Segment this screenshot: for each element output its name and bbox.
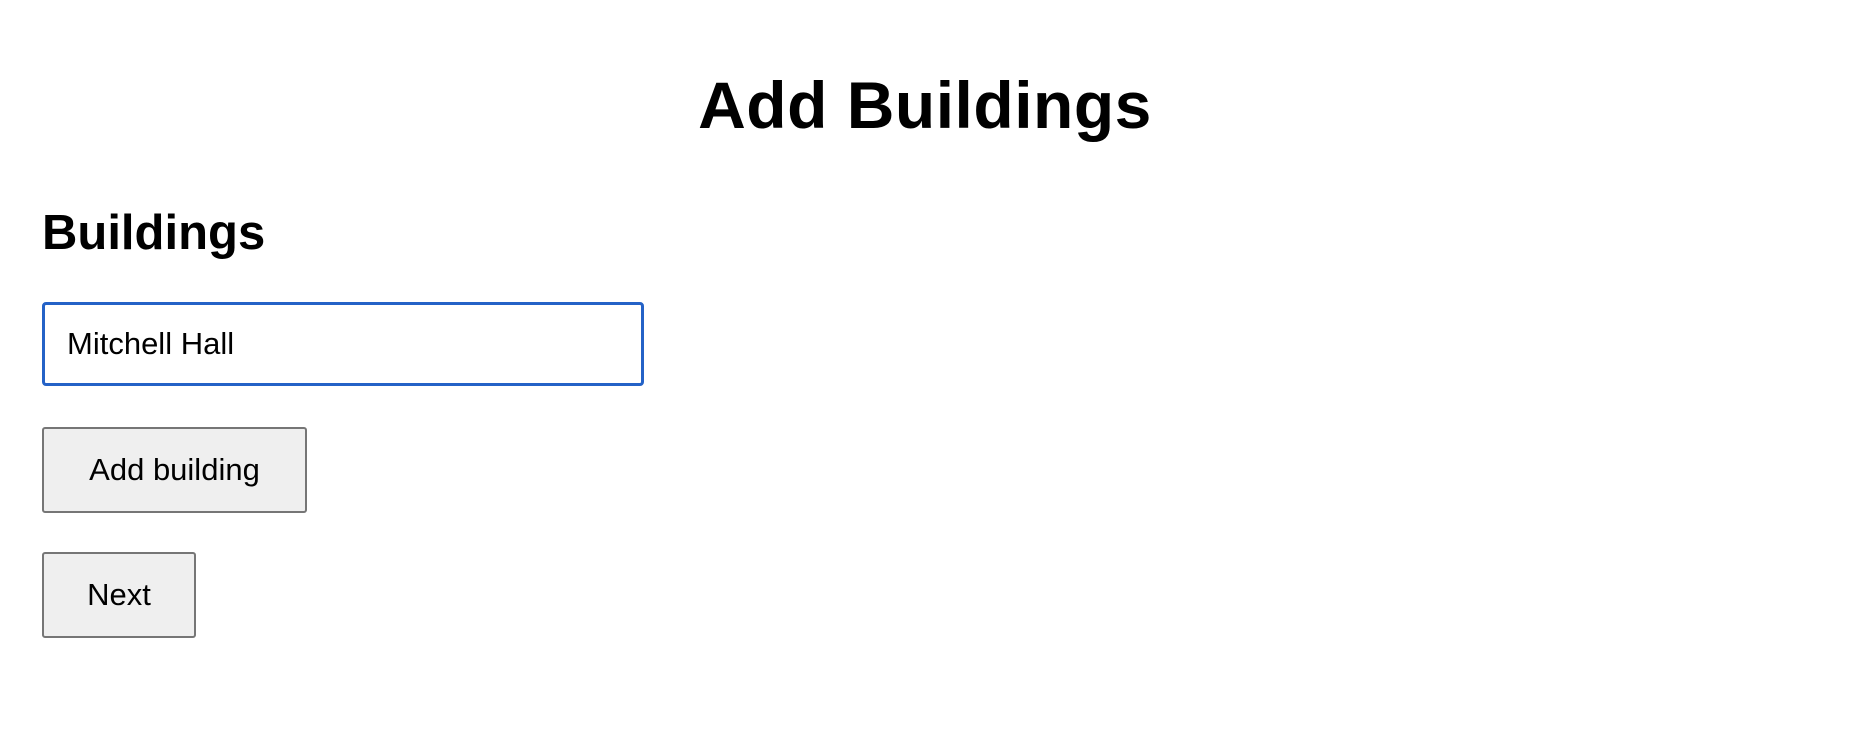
page-title: Add Buildings [698, 68, 1152, 142]
building-name-input[interactable] [42, 302, 644, 386]
next-button[interactable]: Next [42, 552, 196, 638]
add-building-button[interactable]: Add building [42, 427, 307, 513]
buildings-section-title: Buildings [42, 206, 266, 260]
